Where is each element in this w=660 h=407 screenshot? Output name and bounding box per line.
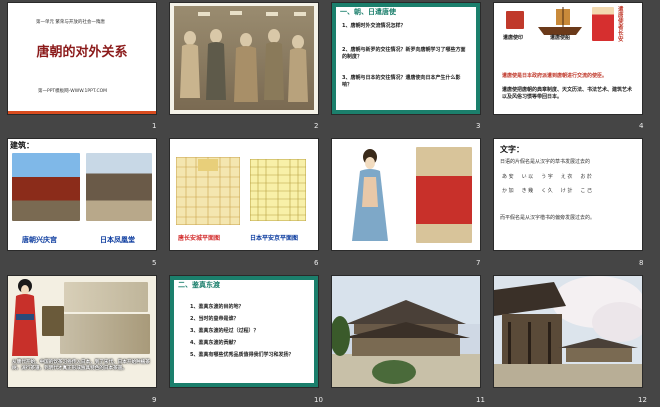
temple-photo — [332, 276, 480, 387]
slide-thumbnail-5[interactable]: 建筑： 唐朝兴庆宫 日本凤凰堂 — [8, 139, 156, 250]
jianzhen-question-2: 2、当时的皇帝是谁？ — [190, 316, 239, 322]
slide-number-4: 4 — [639, 122, 644, 130]
tea-ceremony-painting-bottom — [60, 314, 150, 354]
envoys-painting-figures — [180, 11, 308, 102]
envoy-portrait-image — [592, 7, 614, 41]
kana-e: え 衣 — [560, 174, 573, 180]
kimono-woman-figure — [12, 279, 38, 356]
kana-a: あ 安 — [502, 174, 514, 180]
slide1-title: 唐朝的对外关系 — [36, 45, 128, 60]
slide-number-8: 8 — [639, 259, 644, 267]
slide-number-7: 7 — [476, 259, 481, 267]
jianzhen-question-4: 4、鉴真东渡的贡献？ — [190, 340, 239, 346]
slide8-line-1: 日语的片假名是从汉字的草书发展过去的 — [500, 159, 591, 165]
slide8-line-2: 而平假名是从汉字楷书的偏旁发展过去的。 — [500, 215, 596, 221]
kana-ko: こ 己 — [580, 188, 592, 194]
slide-thumbnail-9[interactable]: 从唐代开始，中国的饮茶习俗传入日本，到了宋代，日本开始种植茶树，流行茶道，到明代… — [8, 276, 156, 387]
tang-lady-figure-left — [352, 149, 388, 241]
slide3-heading: 一、朝、日遣唐使 — [340, 8, 396, 16]
slide-thumbnail-10[interactable]: 二、鉴真东渡 1、鉴真东渡的目的地？ 2、当时的皇帝是谁？ 3、鉴真东渡的经过（… — [170, 276, 318, 387]
slide-number-5: 5 — [152, 259, 157, 267]
slide-number-12: 12 — [638, 396, 647, 404]
kana-i: い 以 — [521, 174, 534, 180]
slide8-heading: 文字： — [500, 145, 524, 154]
slide-number-9: 9 — [152, 396, 157, 404]
tea-bowl-photo — [42, 306, 64, 336]
slide-number-3: 3 — [476, 122, 481, 130]
slide3-question-1: 1、唐朝时外交流情况怎样？ — [342, 23, 406, 29]
slide4-side-text: 遣唐使者长安 — [618, 7, 624, 44]
slide3-content-panel: 一、朝、日遣唐使 1、唐朝时外交流情况怎样？ 2、唐朝与新罗的交往情况？新罗向唐… — [336, 7, 476, 110]
heiankyo-city-map — [250, 159, 306, 221]
slide1-footer: 第一PPT模板网-WWW.1PPT.COM — [38, 89, 108, 94]
slide-thumbnail-1[interactable]: 第一单元 繁荣与开放的社会一隋唐 唐朝的对外关系 第一PPT模板网-WWW.1P… — [8, 3, 156, 114]
kana-ki: き 幾 — [521, 188, 534, 194]
jianzhen-question-3: 3、鉴真东渡的经过（过程）？ — [190, 328, 259, 334]
katakana-row-1: あ 安 い 以 う 宇 え 衣 お 於 — [502, 173, 592, 180]
jianzhen-question-1: 1、鉴真东渡的目的地？ — [190, 304, 244, 310]
temple-with-cherry-blossoms-photo — [494, 276, 642, 387]
caption-phoenix-hall: 日本凤凰堂 — [100, 236, 135, 244]
caption-envoy-ship: 遣唐使船 — [550, 35, 571, 41]
slide-thumbnail-4[interactable]: 遣唐使印 遣唐使船 遣唐使者长安 遣唐使是日本政府派遣到唐朝进行交流的使臣。 遣… — [494, 3, 642, 114]
slide-number-6: 6 — [314, 259, 319, 267]
slide4-bullet-2: 遣唐使把唐朝的典章制度、天文历法、书法艺术、建筑艺术以及风俗习惯等带回日本。 — [502, 87, 633, 100]
kana-u: う 宇 — [541, 174, 553, 180]
slide10-content-panel: 二、鉴真东渡 1、鉴真东渡的目的地？ 2、当时的皇帝是谁？ 3、鉴真东渡的经过（… — [174, 280, 314, 383]
caption-envoy-seal: 遣唐使印 — [503, 35, 524, 41]
slide9-caption: 从唐代开始，中国的饮茶习俗传入日本，到了宋代，日本开始种植茶树，流行茶道，到明代… — [12, 360, 150, 372]
slide-thumbnail-6[interactable]: 唐长安城平面图 日本平安京平面图 — [170, 139, 318, 250]
slide-thumbnail-11[interactable] — [332, 276, 480, 387]
slide-number-11: 11 — [476, 396, 485, 404]
slide5-heading: 建筑： — [10, 141, 34, 150]
xingqing-palace-photo — [12, 153, 80, 221]
slide-thumbnail-2[interactable] — [170, 3, 318, 114]
caption-xingqing-palace: 唐朝兴庆宫 — [22, 236, 57, 244]
painting-image — [174, 6, 314, 110]
slide3-question-3: 3、唐朝与日本的交往情况？遣唐使向日本产生什么影响？ — [342, 75, 461, 88]
caption-changan-map: 唐长安城平面图 — [178, 235, 221, 242]
envoy-seal-image — [506, 11, 524, 29]
kana-ka: か 加 — [502, 188, 514, 194]
envoy-ship-image — [538, 7, 582, 35]
jianzhen-question-5: 5、鉴真有哪些优秀品质值得我们学习和发扬？ — [190, 352, 294, 358]
slide-number-2: 2 — [314, 122, 319, 130]
kana-ke: け 計 — [560, 188, 573, 194]
slide1-bottom-bar — [8, 111, 156, 114]
slide3-question-2: 2、唐朝与新罗的交往情况？新罗向唐朝学习了哪些方面的制度？ — [342, 47, 466, 60]
tea-ceremony-painting-top — [64, 282, 148, 312]
phoenix-hall-photo — [86, 153, 152, 221]
caption-heiankyo-map: 日本平安京平面图 — [250, 235, 299, 242]
tang-lady-painting-right — [416, 147, 472, 243]
kana-o: お 於 — [580, 174, 592, 180]
slide1-subtitle: 第一单元 繁荣与开放的社会一隋唐 — [36, 20, 105, 25]
changan-city-map — [176, 157, 240, 225]
slide-thumbnail-8[interactable]: 文字： 日语的片假名是从汉字的草书发展过去的 あ 安 い 以 う 宇 え 衣 お… — [494, 139, 642, 250]
slide10-heading: 二、鉴真东渡 — [178, 281, 220, 289]
slide-thumbnail-3[interactable]: 一、朝、日遣唐使 1、唐朝时外交流情况怎样？ 2、唐朝与新罗的交往情况？新罗向唐… — [332, 3, 480, 114]
kana-ku: く 久 — [541, 188, 553, 194]
slide-thumbnail-7[interactable] — [332, 139, 480, 250]
slide-number-1: 1 — [152, 122, 157, 130]
slide4-bullet-1: 遣唐使是日本政府派遣到唐朝进行交流的使臣。 — [502, 73, 608, 79]
slide-thumbnail-12[interactable] — [494, 276, 642, 387]
slide-number-10: 10 — [314, 396, 323, 404]
katakana-row-2: か 加 き 幾 く 久 け 計 こ 己 — [502, 187, 592, 194]
